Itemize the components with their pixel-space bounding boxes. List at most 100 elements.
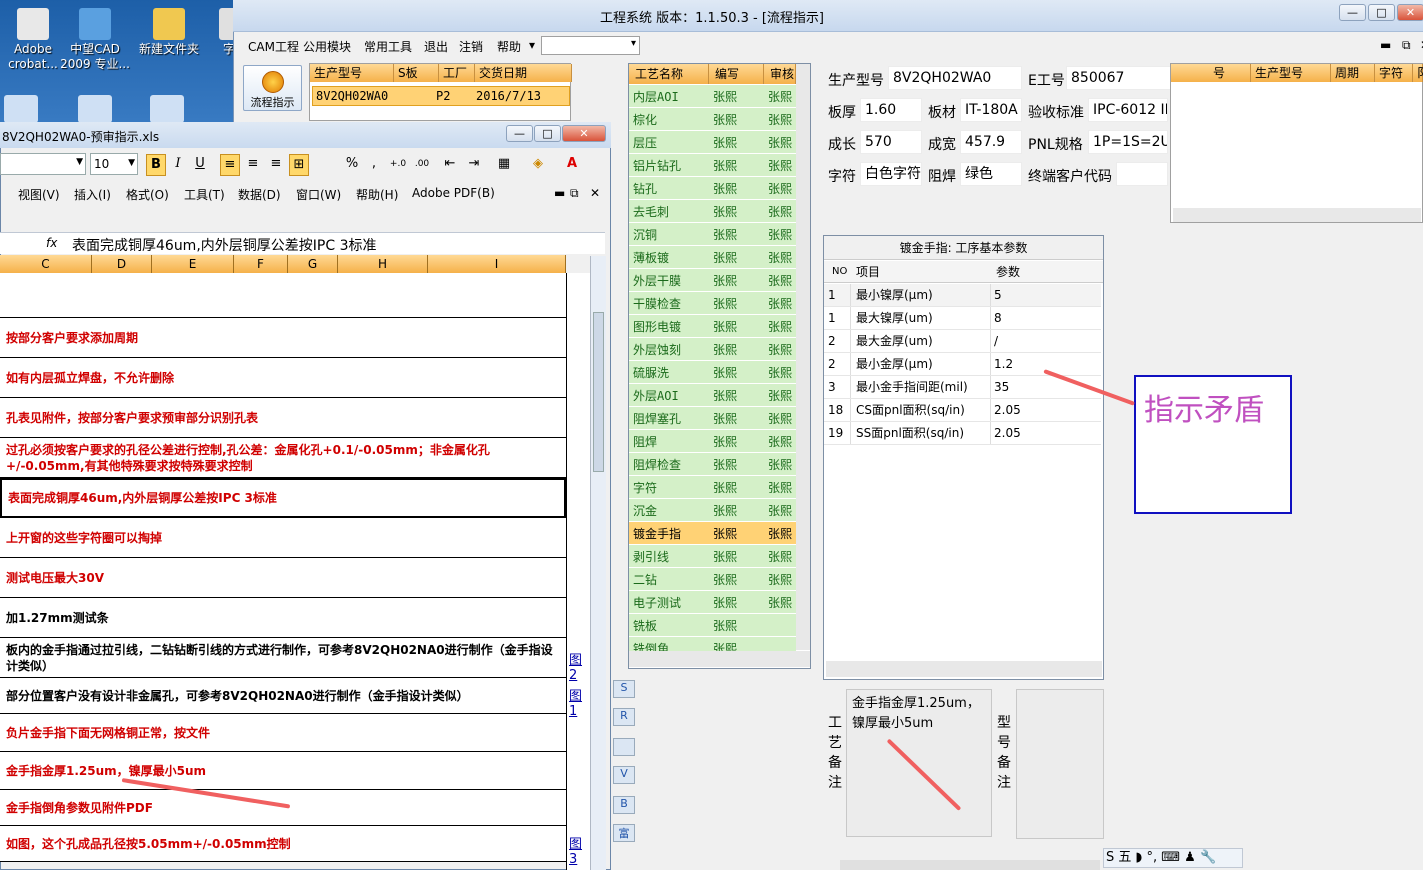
- excel-menu-data[interactable]: 数据(D): [238, 186, 281, 203]
- side-tab[interactable]: [613, 738, 635, 756]
- merge-button[interactable]: ⊞: [289, 154, 309, 176]
- col-header[interactable]: E: [152, 255, 234, 273]
- sheet-row[interactable]: 测试电压最大30V: [0, 558, 566, 598]
- pnl-field[interactable]: 1P=1S=2U: [1088, 130, 1168, 154]
- menu-combo[interactable]: ▾: [541, 36, 640, 55]
- flow-button[interactable]: 流程指示: [243, 65, 302, 111]
- sheet-row[interactable]: [0, 273, 566, 318]
- char-field[interactable]: 白色字符: [860, 162, 922, 186]
- list-item[interactable]: 外层干膜 张熙 张熙: [629, 269, 796, 292]
- list-item[interactable]: 剥引线 张熙 张熙: [629, 545, 796, 568]
- menu-common[interactable]: 公用模块: [303, 38, 351, 55]
- font-name-combo[interactable]: ▼: [0, 153, 86, 175]
- list-item[interactable]: 电子测试 张熙 张熙: [629, 591, 796, 614]
- list-item[interactable]: 镀金手指 张熙 张熙: [629, 522, 796, 545]
- sheet-row[interactable]: 加1.27mm测试条: [0, 598, 566, 638]
- decrease-decimal-button[interactable]: .00: [412, 154, 432, 176]
- grid-header[interactable]: 生产型号: [1251, 64, 1331, 82]
- comma-button[interactable]: ,: [364, 154, 384, 176]
- list-item[interactable]: 铣板 张熙: [629, 614, 796, 637]
- ime-tray[interactable]: S 五 ◗ °, ⌨ ♟ 🔧: [1103, 848, 1243, 868]
- align-center-button[interactable]: ≡: [243, 154, 263, 176]
- param-header-item[interactable]: 项目: [856, 261, 880, 283]
- model-memo[interactable]: [1016, 689, 1104, 839]
- grid-header[interactable]: 工厂: [439, 64, 475, 82]
- col-header[interactable]: F: [234, 255, 288, 273]
- process-header-reviewer[interactable]: 审核: [764, 64, 796, 84]
- maximize-button[interactable]: □: [1368, 4, 1395, 21]
- sheet-row[interactable]: 如图，这个孔成品孔径按5.05mm+/-0.05mm控制: [0, 826, 566, 862]
- mat-field[interactable]: IT-180A: [960, 98, 1022, 122]
- side-tab[interactable]: R: [613, 708, 635, 726]
- desktop-icon[interactable]: 新建文件夹: [134, 6, 204, 57]
- desktop-icon[interactable]: Adobe crobat...: [0, 6, 68, 72]
- formula-text[interactable]: 表面完成铜厚46um,内外层铜厚公差按IPC 3标准: [72, 235, 376, 255]
- italic-button[interactable]: I: [168, 154, 188, 176]
- link-fig2[interactable]: 图2: [569, 649, 590, 683]
- col-header[interactable]: I: [428, 255, 566, 273]
- close-button[interactable]: ✕: [1397, 4, 1423, 21]
- mdi-restore-icon[interactable]: ⧉: [1402, 38, 1411, 53]
- list-item[interactable]: 硫脲洗 张熙 张熙: [629, 361, 796, 384]
- table-row[interactable]: 8V2QH02WA0 P2 2016/7/13: [312, 86, 570, 106]
- excel-menu-view[interactable]: 视图(V): [18, 186, 60, 203]
- mask-field[interactable]: 绿色: [960, 162, 1022, 186]
- list-item[interactable]: 内层AOI 张熙 张熙: [629, 85, 796, 108]
- grid-header[interactable]: 周期: [1331, 64, 1375, 82]
- bold-button[interactable]: B: [146, 154, 166, 176]
- menu-logout[interactable]: 注销: [459, 38, 483, 55]
- font-color-icon[interactable]: A: [562, 154, 582, 176]
- menu-cam[interactable]: CAM工程: [248, 38, 299, 55]
- table-row[interactable]: 2 最大金厚(um) /: [824, 330, 1101, 353]
- excel-close-button[interactable]: ✕: [562, 125, 606, 142]
- excel-mdi-min-icon[interactable]: ▬: [554, 186, 565, 200]
- sheet-row[interactable]: 过孔必须按客户要求的孔径公差进行控制,孔公差：金属化孔+0.1/-0.05mm；…: [0, 438, 566, 478]
- indent-increase-button[interactable]: ⇥: [464, 154, 484, 176]
- grid-header[interactable]: 交货日期: [475, 64, 572, 82]
- excel-mdi-close-icon[interactable]: ✕: [590, 186, 600, 200]
- sheet-row[interactable]: 如有内层孤立焊盘，不允许删除: [0, 358, 566, 398]
- cust-field[interactable]: [1116, 162, 1168, 186]
- list-item[interactable]: 层压 张熙 张熙: [629, 131, 796, 154]
- fx-icon[interactable]: fx: [46, 236, 57, 250]
- excel-vscroll[interactable]: [590, 256, 606, 870]
- side-tab[interactable]: 富: [613, 824, 635, 842]
- sheet-row[interactable]: 部分位置客户没有设计非金属孔，可参考8V2QH02NA0进行制作（金手指设计类似…: [0, 678, 566, 714]
- list-item[interactable]: 薄板镀 张熙 张熙: [629, 246, 796, 269]
- col-header[interactable]: D: [92, 255, 152, 273]
- param-hscroll[interactable]: [826, 661, 1102, 677]
- list-item[interactable]: 去毛刺 张熙 张熙: [629, 200, 796, 223]
- menu-exit[interactable]: 退出: [424, 38, 448, 55]
- grid-header[interactable]: 生产型号: [310, 64, 394, 82]
- link-fig3[interactable]: 图3: [569, 833, 590, 867]
- thick-field[interactable]: 1.60: [860, 98, 922, 122]
- align-left-button[interactable]: ≡: [220, 154, 240, 176]
- wid-field[interactable]: 457.9: [960, 130, 1022, 154]
- process-header-name[interactable]: 工艺名称: [629, 64, 709, 84]
- list-item[interactable]: 图形电镀 张熙 张熙: [629, 315, 796, 338]
- col-header[interactable]: H: [338, 255, 428, 273]
- list-item[interactable]: 阻焊检查 张熙 张熙: [629, 453, 796, 476]
- model-field[interactable]: 8V2QH02WA0: [888, 66, 1022, 90]
- sheet-row[interactable]: 金手指倒角参数见附件PDF: [0, 790, 566, 826]
- excel-menu-pdf[interactable]: Adobe PDF(B): [412, 186, 495, 200]
- table-row[interactable]: 2 最小金厚(μm) 1.2: [824, 353, 1101, 376]
- param-header-value[interactable]: 参数: [996, 261, 1020, 283]
- table-row[interactable]: 19 SS面pnl面积(sq/in) 2.05: [824, 422, 1101, 445]
- excel-menu-tools[interactable]: 工具(T): [184, 186, 225, 203]
- list-item[interactable]: 棕化 张熙 张熙: [629, 108, 796, 131]
- excel-menu-help[interactable]: 帮助(H): [356, 186, 398, 203]
- grid-header[interactable]: 字符: [1375, 64, 1413, 82]
- excel-menu-insert[interactable]: 插入(I): [74, 186, 111, 203]
- excel-min-button[interactable]: —: [506, 125, 533, 142]
- increase-decimal-button[interactable]: +.0: [388, 154, 408, 176]
- list-item[interactable]: 干膜检查 张熙 张熙: [629, 292, 796, 315]
- col-header[interactable]: C: [0, 255, 92, 273]
- memo-hscroll[interactable]: [840, 860, 1100, 870]
- excel-mdi-restore-icon[interactable]: ⧉: [570, 186, 579, 201]
- table-row[interactable]: 18 CS面pnl面积(sq/in) 2.05: [824, 399, 1101, 422]
- grid-header[interactable]: S板: [394, 64, 439, 82]
- sheet-row[interactable]: 上开窗的这些字符圈可以掏掉: [0, 518, 566, 558]
- list-item[interactable]: 沉金 张熙 张熙: [629, 499, 796, 522]
- process-memo[interactable]: 金手指金厚1.25um，镍厚最小5um: [846, 689, 992, 837]
